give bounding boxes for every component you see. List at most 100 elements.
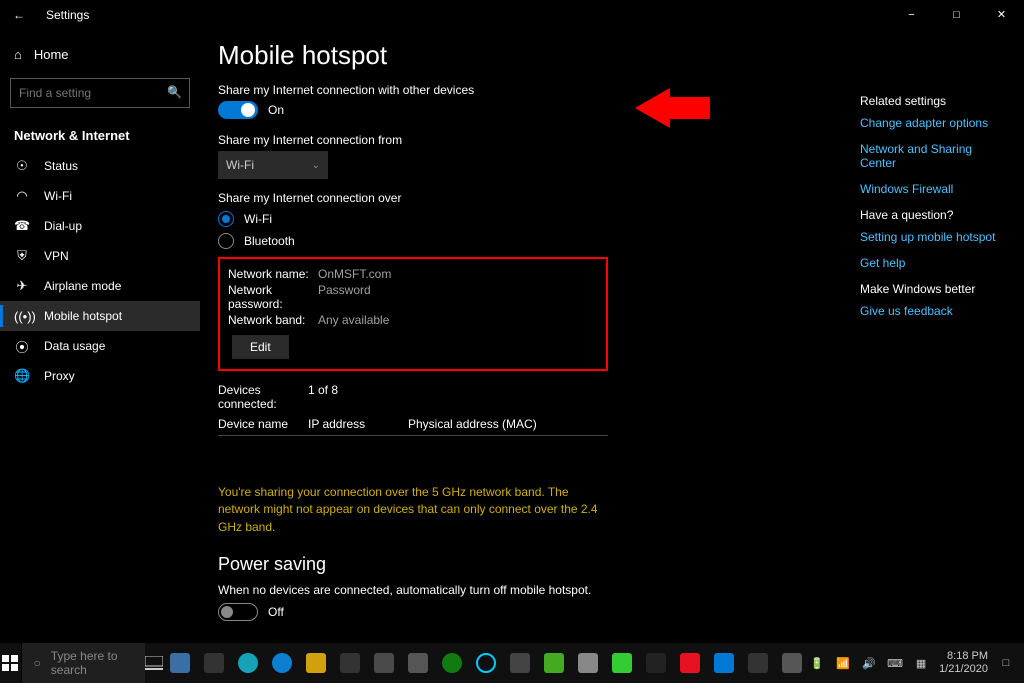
taskbar-app[interactable] xyxy=(333,643,367,683)
tray-icon[interactable]: 🔊 xyxy=(861,657,877,670)
radio-icon xyxy=(218,233,234,249)
sidebar-item-label: VPN xyxy=(44,249,69,263)
connection-dropdown[interactable]: Wi-Fi ⌄ xyxy=(218,151,328,179)
vpn-icon: ⛨ xyxy=(14,248,30,264)
back-button[interactable]: ← xyxy=(0,0,38,30)
task-view-button[interactable] xyxy=(145,643,163,683)
taskbar-app[interactable] xyxy=(775,643,809,683)
sidebar-item-label: Wi-Fi xyxy=(44,189,72,203)
tray-icon[interactable]: ⌨ xyxy=(887,657,903,670)
powersave-toggle[interactable] xyxy=(218,603,258,621)
devices-connected-value: 1 of 8 xyxy=(308,383,338,411)
taskbar-app[interactable] xyxy=(401,643,435,683)
maximize-button[interactable]: □ xyxy=(934,0,979,30)
link-get-help[interactable]: Get help xyxy=(860,256,1010,270)
taskbar-app[interactable] xyxy=(435,643,469,683)
sidebar-item-data[interactable]: ⦿ Data usage xyxy=(0,331,200,361)
link-sharing-center[interactable]: Network and Sharing Center xyxy=(860,142,1010,170)
sidebar-item-label: Dial-up xyxy=(44,219,82,233)
taskbar-app[interactable] xyxy=(299,643,333,683)
taskbar-app[interactable] xyxy=(707,643,741,683)
window-title: Settings xyxy=(38,8,89,22)
link-feedback[interactable]: Give us feedback xyxy=(860,304,1010,318)
wifi-icon: ◠ xyxy=(14,188,30,204)
sidebar-item-label: Proxy xyxy=(44,369,75,383)
page-title: Mobile hotspot xyxy=(218,40,994,71)
devices-connected-label: Devices connected: xyxy=(218,383,308,411)
sidebar-item-vpn[interactable]: ⛨ VPN xyxy=(0,241,200,271)
net-band-value: Any available xyxy=(318,313,389,327)
content: Mobile hotspot Share my Internet connect… xyxy=(200,30,1024,643)
taskbar-app[interactable] xyxy=(231,643,265,683)
sidebar-item-status[interactable]: ☉ Status xyxy=(0,151,200,181)
sidebar-item-dialup[interactable]: ☎ Dial-up xyxy=(0,211,200,241)
net-pwd-value: Password xyxy=(318,283,371,311)
home-nav[interactable]: ⌂ Home xyxy=(0,36,200,72)
taskbar-app[interactable] xyxy=(503,643,537,683)
taskbar-search[interactable]: ○ Type here to search xyxy=(21,643,146,683)
taskbar-apps xyxy=(163,643,809,683)
taskbar-app[interactable] xyxy=(469,643,503,683)
tray-icon[interactable]: 🔋 xyxy=(809,657,825,670)
toggle-state: On xyxy=(268,103,284,117)
device-table-header: Device name IP address Physical address … xyxy=(218,413,608,436)
close-button[interactable]: ✕ xyxy=(979,0,1024,30)
dropdown-value: Wi-Fi xyxy=(226,158,254,172)
taskbar-app[interactable] xyxy=(605,643,639,683)
radio-icon xyxy=(218,211,234,227)
edit-button[interactable]: Edit xyxy=(232,335,289,359)
taskbar-app[interactable] xyxy=(265,643,299,683)
taskbar-app[interactable] xyxy=(571,643,605,683)
sidebar-item-hotspot[interactable]: ((•)) Mobile hotspot xyxy=(0,301,200,331)
link-adapter[interactable]: Change adapter options xyxy=(860,116,1010,130)
taskbar-app[interactable] xyxy=(163,643,197,683)
taskbar-app[interactable] xyxy=(537,643,571,683)
sidebar-item-label: Airplane mode xyxy=(44,279,121,293)
dialup-icon: ☎ xyxy=(14,218,30,234)
home-label: Home xyxy=(34,47,69,62)
power-saving-title: Power saving xyxy=(218,554,994,575)
sidebar-item-wifi[interactable]: ◠ Wi-Fi xyxy=(0,181,200,211)
radio-label: Bluetooth xyxy=(244,234,295,248)
sidebar-item-airplane[interactable]: ✈ Airplane mode xyxy=(0,271,200,301)
start-button[interactable] xyxy=(0,643,21,683)
taskbar-search-placeholder: Type here to search xyxy=(51,649,145,677)
sidebar-item-proxy[interactable]: 🌐 Proxy xyxy=(0,361,200,391)
titlebar: ← Settings − □ ✕ xyxy=(0,0,1024,30)
better-heading: Make Windows better xyxy=(860,282,1010,296)
col-mac: Physical address (MAC) xyxy=(408,417,537,431)
notifications-icon[interactable]: □ xyxy=(998,657,1014,669)
home-icon: ⌂ xyxy=(14,47,22,62)
net-pwd-label: Network password: xyxy=(228,283,318,311)
taskbar-app[interactable] xyxy=(741,643,775,683)
data-icon: ⦿ xyxy=(14,337,30,356)
sidebar: ⌂ Home 🔍 Network & Internet ☉ Status ◠ W… xyxy=(0,30,200,643)
sidebar-item-label: Status xyxy=(44,159,78,173)
search-input[interactable] xyxy=(10,78,190,108)
tray-icon[interactable]: ▦ xyxy=(913,657,929,670)
link-firewall[interactable]: Windows Firewall xyxy=(860,182,1010,196)
link-setup-hotspot[interactable]: Setting up mobile hotspot xyxy=(860,230,1010,244)
taskbar-clock[interactable]: 8:18 PM 1/21/2020 xyxy=(939,650,988,676)
system-tray: 🔋 📶 🔊 ⌨ ▦ 8:18 PM 1/21/2020 □ xyxy=(809,650,1024,676)
network-info-box: Network name:OnMSFT.com Network password… xyxy=(218,257,608,371)
taskbar-app[interactable] xyxy=(639,643,673,683)
proxy-icon: 🌐 xyxy=(14,368,30,384)
sidebar-item-label: Data usage xyxy=(44,339,105,353)
airplane-icon: ✈ xyxy=(14,278,30,294)
share-toggle[interactable] xyxy=(218,101,258,119)
power-saving-desc: When no devices are connected, automatic… xyxy=(218,583,994,597)
sidebar-item-label: Mobile hotspot xyxy=(44,309,122,323)
search-icon: ○ xyxy=(34,656,41,670)
minimize-button[interactable]: − xyxy=(889,0,934,30)
hotspot-icon: ((•)) xyxy=(14,309,30,324)
col-ip: IP address xyxy=(308,417,408,431)
net-band-label: Network band: xyxy=(228,313,318,327)
tray-icon[interactable]: 📶 xyxy=(835,657,851,670)
taskbar-app[interactable] xyxy=(197,643,231,683)
chevron-down-icon: ⌄ xyxy=(312,160,320,171)
band-warning: You're sharing your connection over the … xyxy=(218,484,600,536)
taskbar-app[interactable] xyxy=(367,643,401,683)
windows-icon xyxy=(2,655,18,671)
taskbar-app[interactable] xyxy=(673,643,707,683)
